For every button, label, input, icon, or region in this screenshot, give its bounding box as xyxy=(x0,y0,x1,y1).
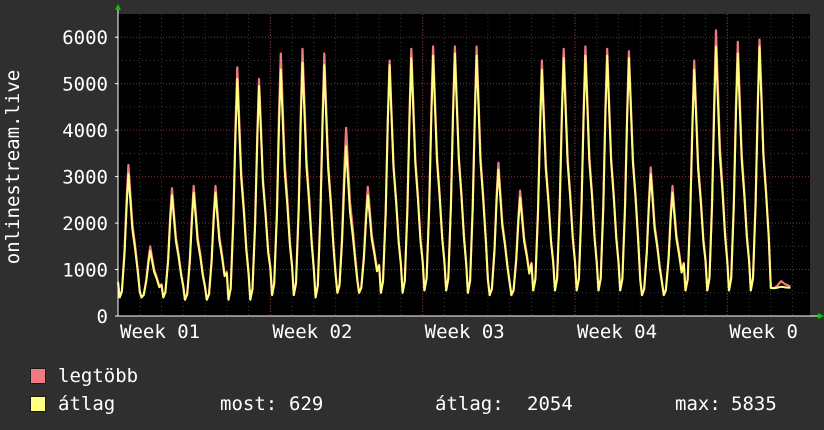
chart-svg: 0 1000 2000 3000 4000 5000 6000 Week 01 Week 02 W… xyxy=(2,4,824,343)
x-tick-label: Week 01 xyxy=(120,321,200,343)
stat-max-value: 5835 xyxy=(731,393,777,415)
y-tick-label: 3000 xyxy=(62,167,108,189)
legend-swatch-max xyxy=(30,368,46,384)
y-axis-title: onlinestream.live xyxy=(2,70,24,264)
x-axis-arrow xyxy=(818,313,824,319)
y-tick-label: 4000 xyxy=(62,120,108,142)
y-tick-label: 5000 xyxy=(62,74,108,96)
y-axis-arrow xyxy=(115,4,121,10)
stat-most-label: most: xyxy=(220,393,278,415)
stat-avg-value: 2054 xyxy=(527,393,573,415)
legend: legtöbb átlag most: 629 átlag: 2054 max:… xyxy=(30,362,820,418)
x-tick-label: Week 02 xyxy=(272,321,352,343)
legend-label-max: legtöbb xyxy=(58,365,139,387)
legend-label-avg: átlag xyxy=(58,393,116,415)
x-tick-label: Week 03 xyxy=(425,321,505,343)
y-tick-label: 2000 xyxy=(62,213,108,235)
x-tick-label: Week 04 xyxy=(577,321,657,343)
legend-row-avg: átlag most: 629 átlag: 2054 max: 5835 xyxy=(30,390,820,418)
legend-row-max: legtöbb xyxy=(30,362,820,390)
x-tick-label: Week 0 xyxy=(729,321,798,343)
legend-swatch-avg xyxy=(30,396,46,412)
y-tick-label: 1000 xyxy=(62,260,108,282)
stat-most-value: 629 xyxy=(289,393,324,415)
y-tick-label: 6000 xyxy=(62,27,108,49)
y-tick-label: 0 xyxy=(97,306,108,328)
stat-max-label: max: xyxy=(675,393,721,415)
stat-avg-label: átlag: xyxy=(435,393,504,415)
